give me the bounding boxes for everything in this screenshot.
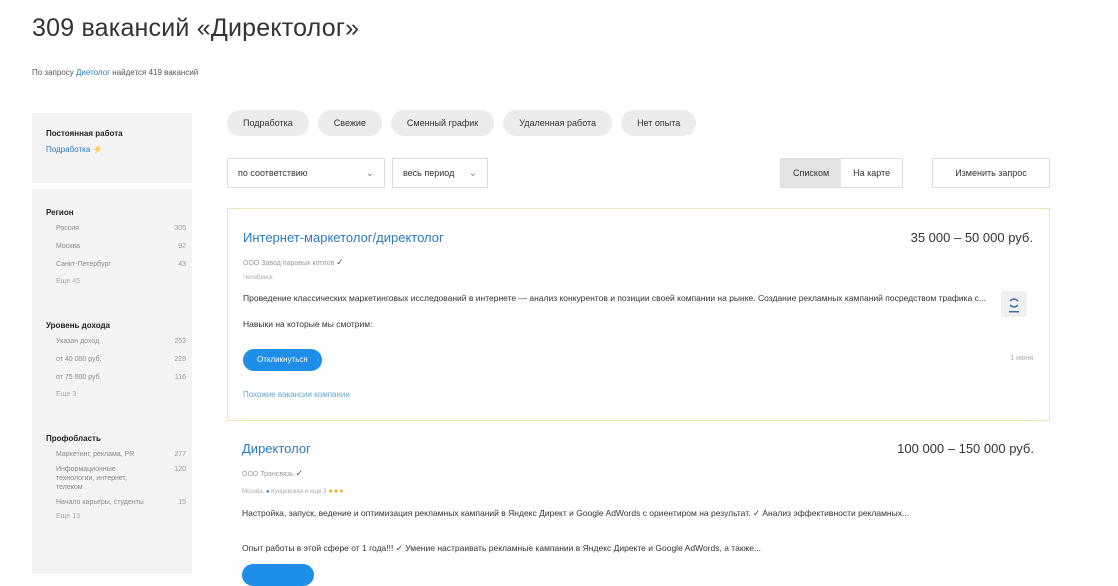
filter-region-item[interactable]: Россия 305 [56,224,186,233]
chip-parttime[interactable]: Подработка [227,110,309,136]
chip-shift-schedule[interactable]: Сменный график [390,110,495,136]
chevron-down-icon: ⌄ [468,167,477,179]
respond-button[interactable]: Откликнуться [243,349,322,371]
vacancy-location: Москва, ● Кунцевская и еще 3 ★★★ [242,488,344,495]
filter-item-label: Начало карьеры, студенты [56,499,144,506]
filter-parttime-link[interactable]: Подработка ⚡ [46,145,123,154]
lightning-icon: ⚡ [92,145,103,154]
vacancy-location: Челябинск [243,275,273,281]
vacancy-salary: 100 000 – 150 000 руб. [897,441,1034,456]
vacancy-salary: 35 000 – 50 000 руб. [910,230,1033,245]
vacancy-metro: Кунцевская и еще 3 [271,489,327,495]
filter-item-count: 43 [178,261,186,268]
filter-income-item[interactable]: от 75 000 руб. 116 [56,373,186,382]
filter-region-heading: Регион [46,208,74,217]
filter-item-label: Информационные технологии, интернет, тел… [56,466,127,491]
view-list-button[interactable]: Списком [781,159,842,187]
filter-region-item[interactable]: Москва 92 [56,242,186,251]
page-title: 309 вакансий «Директолог» [32,14,360,42]
filter-item-count: 228 [174,356,186,363]
view-map-button[interactable]: На карте [841,159,902,187]
filter-item-label: от 40 000 руб. [56,356,102,363]
filter-item-count: 305 [174,225,186,232]
filter-item-label: Москва [56,243,80,250]
company-logo[interactable] [1001,291,1027,317]
filter-employment-heading: Постоянная работа [46,129,123,138]
sidebar-divider [32,183,192,189]
filter-item-label: Санкт-Петербург [56,261,111,268]
filter-field-item[interactable]: Начало карьеры, студенты 15 [56,498,186,507]
filter-item-count: 277 [174,451,186,458]
filter-field-item[interactable]: Информационные технологии, интернет, тел… [56,465,186,492]
chevron-down-icon: ⌄ [365,167,374,179]
filter-item-count: 92 [178,243,186,250]
vacancy-description: Проведение классических маркетинговых ис… [243,293,986,303]
verified-check-icon: ✓ [336,257,344,267]
filter-field-more[interactable]: Еще 13 [56,513,186,520]
filter-income-more[interactable]: Еще 3 [56,391,186,398]
vacancy-requirement: Навыки на которые мы смотрим: [243,319,373,329]
filter-employment: Постоянная работа Подработка ⚡ [46,129,123,154]
company-logo-icon [1009,298,1019,313]
view-toggle: Списком На карте [780,158,904,188]
filters-sidebar: Постоянная работа Подработка ⚡ Регион Ро… [32,113,192,574]
rating-stars: ★★★ [328,489,345,495]
filter-income-item[interactable]: от 40 000 руб. 228 [56,355,186,364]
filter-item-label: от 75 000 руб. [56,374,102,381]
filter-item-label: Маркетинг, реклама, PR [56,451,135,458]
quick-filter-chips: Подработка Свежие Сменный график Удаленн… [227,110,697,136]
chip-remote[interactable]: Удаленная работа [503,110,613,136]
vacancy-description: Настройка, запуск, ведение и оптимизация… [242,508,910,518]
filter-item-label: Указан доход [56,338,100,345]
filter-region-item[interactable]: Санкт-Петербург 43 [56,260,186,269]
chip-no-experience[interactable]: Нет опыта [621,110,697,136]
verified-check-icon: ✓ [295,468,304,478]
period-select[interactable]: весь период ⌄ [392,158,488,188]
filter-item-count: 120 [174,466,186,473]
filter-field: Профобласть Маркетинг, реклама, PR 277 Ин… [46,434,186,520]
similar-vacancies-link[interactable]: Похожие вакансии компании [243,390,350,399]
query-summary: По запросу Диетолог найдется 419 ваканси… [32,68,198,77]
vacancy-title-link[interactable]: Директолог [242,441,311,456]
query-summary-suffix: найдется 419 вакансий [112,68,199,77]
query-summary-prefix: По запросу [32,68,74,77]
filter-item-label: Россия [56,225,79,232]
filter-parttime-label: Подработка [46,145,91,154]
filter-region-more[interactable]: Еще 45 [56,278,186,285]
filter-field-item[interactable]: Маркетинг, реклама, PR 277 [56,450,186,459]
metro-dot-icon: ● [265,489,270,495]
sort-select[interactable]: по соответствию ⌄ [227,158,385,188]
filter-item-count: 116 [174,374,186,381]
sort-select-value: по соответствию [238,168,308,178]
vacancy-card: Директолог 100 000 – 150 000 руб. ООО Тр… [227,425,1050,586]
filter-income-heading: Уровень дохода [46,321,111,330]
vacancy-company[interactable]: ООО Трансвязь ✓ [242,468,303,479]
respond-button-partial[interactable] [242,564,314,586]
vacancy-company-name: ООО Завод паровых котлов [243,260,335,267]
filter-income: Уровень дохода Указан доход 253 от 40 000… [46,321,186,398]
vacancy-date: 1 июня [1010,355,1033,362]
vacancy-company[interactable]: ООО Завод паровых котлов ✓ [243,257,344,268]
query-suggestion-link[interactable]: Диетолог [76,68,110,77]
period-select-value: весь период [403,168,455,178]
filter-income-item[interactable]: Указан доход 253 [56,337,186,346]
vacancy-company-name: ООО Трансвязь [242,471,294,478]
vacancy-city: Москва, [242,489,265,495]
change-query-button[interactable]: Изменить запрос [932,158,1050,188]
vacancy-requirement: Опыт работы в этой сфере от 1 года!!! ✓ … [242,543,762,553]
vacancy-title-link[interactable]: Интернет-маркетолог/директолог [243,230,444,245]
filter-region: Регион Россия 305 Москва 92 Санкт-Петербур… [46,208,186,285]
filter-field-heading: Профобласть [46,434,101,443]
vacancy-card: Интернет-маркетолог/директолог 35 000 – … [227,208,1050,421]
filter-item-count: 15 [178,499,186,506]
filter-item-count: 253 [174,338,186,345]
chip-fresh[interactable]: Свежие [317,110,382,136]
